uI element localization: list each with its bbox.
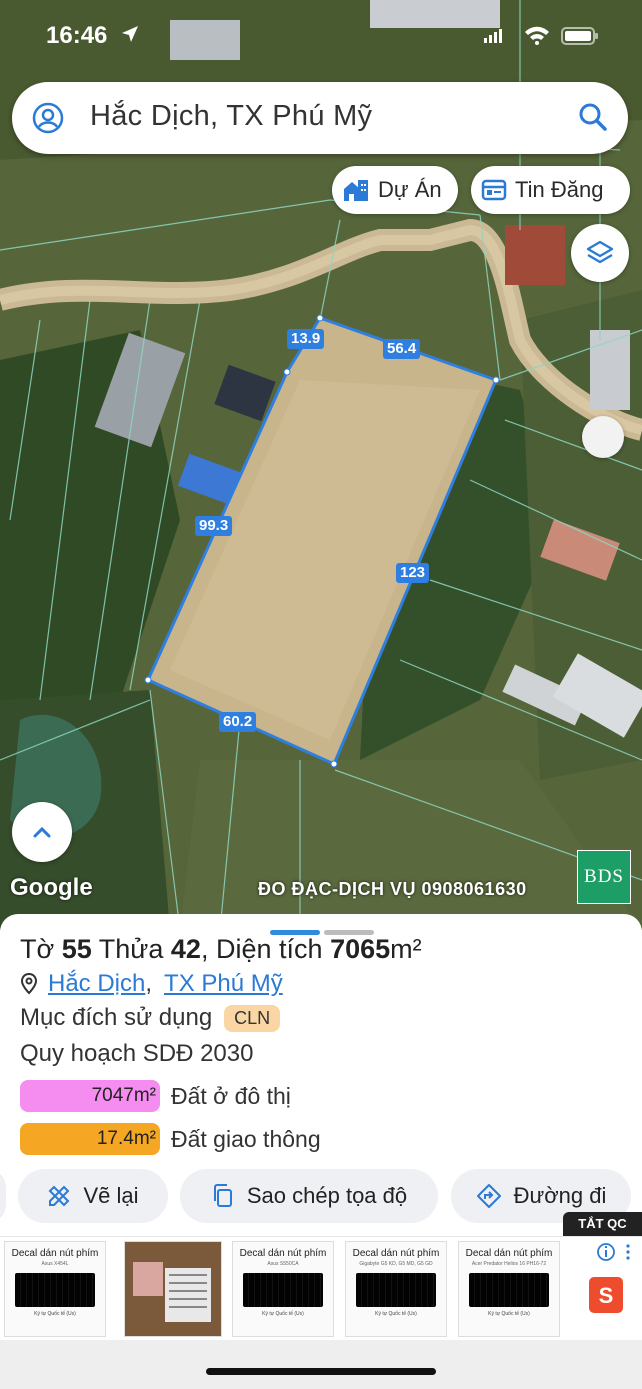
parcel-location: Hắc Dịch, TX Phú Mỹ: [20, 970, 283, 998]
ad-item-foot: Ký tự Quốc tế (Us): [262, 1311, 304, 1317]
status-bar: 16:46: [0, 18, 642, 58]
ad-item-foot: Ký tự Quốc tế (Us): [34, 1311, 76, 1317]
ad-item[interactable]: Decal dán nút phím Asus X454L Ký tự Quốc…: [4, 1241, 106, 1337]
hidden-action-button[interactable]: [0, 1169, 6, 1223]
search-input[interactable]: Hắc Dịch, TX Phú Mỹ: [90, 100, 372, 133]
home-indicator[interactable]: [206, 1368, 436, 1375]
projects-chip-label: Dự Án: [378, 177, 442, 202]
zone-area-bar: 17.4m²: [20, 1123, 160, 1155]
ad-item-title: Decal dán nút phím: [11, 1248, 99, 1259]
ad-item[interactable]: Decal dán nút phím Gigabyte G5 KD, G5 MD…: [345, 1241, 447, 1337]
search-bar[interactable]: Hắc Dịch, TX Phú Mỹ: [12, 82, 628, 154]
chevron-up-icon: [33, 826, 51, 838]
layers-icon: [586, 240, 614, 264]
ad-item-foot: Ký tự Quốc tế (Us): [375, 1311, 417, 1317]
redraw-button[interactable]: Vẽ lại: [18, 1169, 168, 1223]
ad-item-model: Asus S550CA: [267, 1261, 299, 1267]
zone-label: Đất ở đô thị: [171, 1082, 291, 1109]
surveyor-watermark: ĐO ĐẠC-DỊCH VỤ 0908061630: [258, 879, 527, 899]
ad-item[interactable]: Decal dán nút phím Asus S550CA Ký tự Quố…: [232, 1241, 334, 1337]
copy-icon: [213, 1184, 232, 1207]
ad-item-title: Decal dán nút phím: [239, 1248, 327, 1259]
redraw-label: Vẽ lại: [83, 1183, 139, 1208]
zone-row: 7047m² Đất ở đô thị: [20, 1080, 291, 1112]
land-use-label: Mục đích sử dụng: [20, 1004, 213, 1031]
keyboard-image: [469, 1273, 549, 1307]
edge-length-label: 123: [396, 563, 430, 583]
land-use-badge: CLN: [224, 1004, 281, 1032]
ad-info-icon[interactable]: [596, 1242, 632, 1262]
edge-length-label: 13.9: [287, 329, 325, 349]
satellite-map[interactable]: 13.9 56.4 99.3 123 60.2 16:46 Hắc Dịch, …: [0, 0, 642, 930]
bds-logo-text: BDS: [584, 866, 624, 887]
location-arrow-icon: [122, 26, 138, 42]
planning-heading: Quy hoạch SDĐ 2030: [20, 1040, 254, 1067]
listing-card-icon: [481, 179, 507, 201]
google-logo: Google: [10, 874, 93, 901]
directions-label: Đường đi: [513, 1183, 607, 1208]
edge-length-label: 99.3: [195, 516, 233, 536]
keyboard-image: [356, 1273, 436, 1307]
area-value: 7065: [330, 934, 391, 964]
ad-item-title: Decal dán nút phím: [465, 1248, 553, 1259]
ad-item-model: Acer Predator Helios 16 PH16-72: [471, 1261, 547, 1267]
area-unit: m²: [390, 934, 422, 964]
close-ads-button[interactable]: TẮT QC: [563, 1212, 642, 1236]
sheet-label: Tờ: [20, 934, 55, 964]
search-icon[interactable]: [578, 102, 608, 132]
town-link[interactable]: TX Phú Mỹ: [164, 970, 283, 998]
user-account-icon[interactable]: [32, 102, 64, 134]
ad-item[interactable]: Decal dán nút phím Acer Predator Helios …: [458, 1241, 560, 1337]
battery-icon: [561, 27, 598, 45]
expand-sheet-button[interactable]: [12, 802, 72, 862]
zone-row: 17.4m² Đất giao thông: [20, 1123, 321, 1155]
parcel-info-sheet: Tờ 55 Thửa 42, Diện tích 7065m² Hắc Dịch…: [0, 914, 642, 1389]
ad-item[interactable]: [124, 1241, 222, 1337]
ward-link[interactable]: Hắc Dịch: [48, 970, 145, 998]
parcel-label: Thửa: [98, 934, 164, 964]
parcel-title: Tờ 55 Thửa 42, Diện tích 7065m²: [20, 934, 422, 964]
ad-item-model: Asus X454L: [41, 1261, 69, 1267]
keyboard-image: [15, 1273, 95, 1307]
shopee-icon[interactable]: S: [589, 1277, 623, 1313]
area-label: Diện tích: [215, 934, 323, 964]
land-use-row: Mục đích sử dụng CLN: [20, 1004, 281, 1032]
product-photo: [125, 1242, 221, 1336]
edge-length-label: 56.4: [383, 339, 421, 359]
ad-banner[interactable]: Decal dán nút phím Asus X454L Ký tự Quốc…: [0, 1236, 642, 1341]
building-icon: [344, 180, 368, 201]
bds-logo: BDS: [577, 850, 631, 904]
layers-button[interactable]: [571, 224, 629, 282]
location-pin-icon: [20, 973, 38, 995]
ruler-pencil-icon: [49, 1185, 70, 1207]
zone-area-bar: 7047m²: [20, 1080, 160, 1112]
ad-item-title: Decal dán nút phím: [352, 1248, 440, 1259]
zone-label: Đất giao thông: [171, 1125, 321, 1152]
sheet-number: 55: [61, 934, 92, 964]
wifi-icon: [525, 26, 549, 45]
map-control-button[interactable]: [582, 416, 624, 458]
ad-item-foot: Ký tự Quốc tế (Us): [488, 1311, 530, 1317]
projects-chip[interactable]: Dự Án: [332, 166, 458, 214]
listings-chip-label: Tin Đăng: [515, 177, 604, 202]
parcel-number: 42: [170, 934, 201, 964]
listings-chip[interactable]: Tin Đăng: [471, 166, 630, 214]
status-time: 16:46: [46, 22, 108, 49]
ad-item-model: Gigabyte G5 KD, G5 MD, G5 GD: [359, 1261, 433, 1267]
edge-length-label: 60.2: [219, 712, 257, 732]
cellular-signal-icon: [484, 29, 502, 43]
action-row: Vẽ lại Sao chép tọa độ Đường đi: [0, 1169, 642, 1225]
copy-coordinates-label: Sao chép tọa độ: [246, 1183, 408, 1208]
keyboard-image: [243, 1273, 323, 1307]
copy-coordinates-button[interactable]: Sao chép tọa độ: [180, 1169, 438, 1223]
home-indicator-area: [0, 1340, 642, 1389]
directions-icon: [476, 1184, 501, 1208]
